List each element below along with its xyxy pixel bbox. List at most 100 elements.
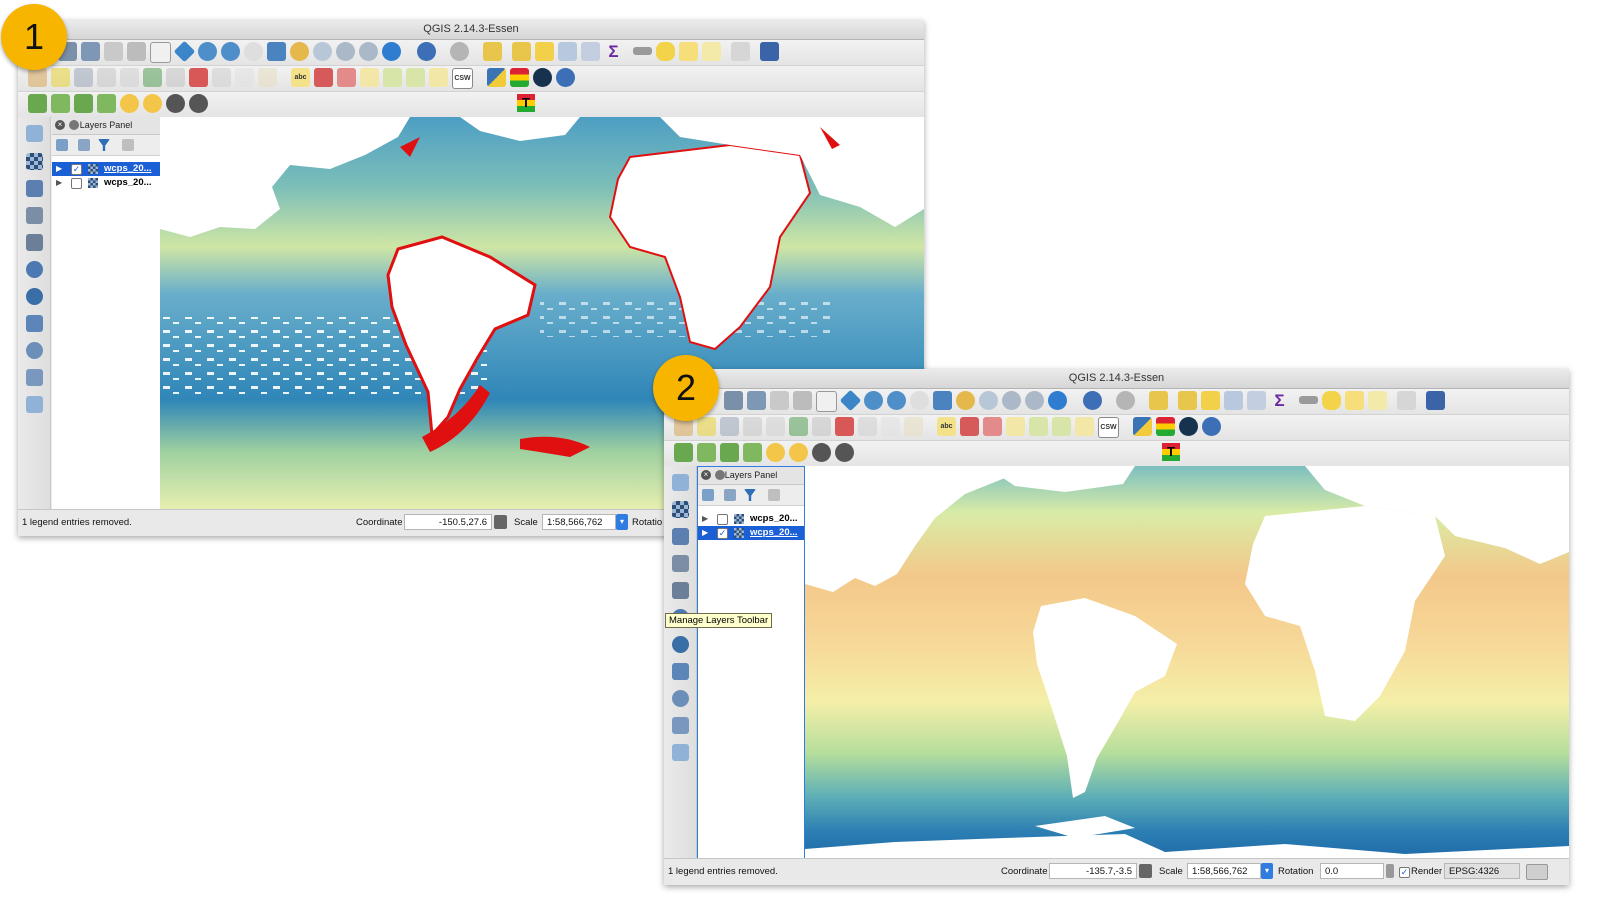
measure-icon[interactable] <box>633 47 652 55</box>
new-bookmark-icon[interactable] <box>679 42 698 61</box>
messages-icon[interactable] <box>1526 864 1548 880</box>
add-postgis-layer-icon[interactable] <box>672 528 689 545</box>
sum-icon[interactable]: Σ <box>604 42 623 61</box>
zoom-out-icon[interactable] <box>221 42 240 61</box>
coordinate-field[interactable]: -150.5,27.6 <box>404 514 492 530</box>
toggle-extents-icon[interactable] <box>494 515 507 529</box>
add-wfs-layer-icon[interactable] <box>672 663 689 680</box>
change-label-icon[interactable] <box>1075 417 1094 436</box>
add-vector-layer-icon[interactable] <box>672 474 689 491</box>
layer-item[interactable]: ▶ ✓ wcps_20... <box>52 162 160 176</box>
decrease-brightness-icon[interactable] <box>789 443 808 462</box>
add-mssql-layer-icon[interactable] <box>26 234 43 251</box>
save-as-icon[interactable] <box>747 391 766 410</box>
add-wms-layer-icon[interactable] <box>26 261 43 278</box>
add-raster-layer-icon[interactable] <box>672 501 689 518</box>
copy-features-icon[interactable] <box>235 68 254 87</box>
composer-manager-icon[interactable] <box>793 391 812 410</box>
layer-item[interactable]: ▶ ✓ wcps_20... <box>698 526 804 540</box>
metasearch-icon[interactable] <box>1202 417 1221 436</box>
show-bookmarks-icon[interactable] <box>702 42 721 61</box>
text-annotation-icon[interactable] <box>1397 391 1416 410</box>
deselect-icon[interactable] <box>1201 391 1220 410</box>
csw-icon[interactable]: CSW <box>452 68 473 89</box>
run-action-icon[interactable] <box>1116 391 1135 410</box>
coordinate-field[interactable]: -135.7,-3.5 <box>1049 863 1137 879</box>
expand-arrow-icon[interactable]: ▶ <box>56 176 62 190</box>
eye-icon[interactable] <box>533 68 552 87</box>
rotate-label-icon[interactable] <box>406 68 425 87</box>
add-wcs-layer-icon[interactable] <box>672 636 689 653</box>
manage-map-themes-icon[interactable] <box>702 489 714 501</box>
add-spatialite-layer-icon[interactable] <box>26 207 43 224</box>
expand-arrow-icon[interactable]: ▶ <box>702 526 708 540</box>
decrease-contrast-icon[interactable] <box>189 94 208 113</box>
cumulative-stretch-icon[interactable] <box>697 443 716 462</box>
pan-hand-icon[interactable] <box>816 391 837 412</box>
attribute-table-icon[interactable] <box>1224 391 1243 410</box>
local-cumulative-icon[interactable] <box>743 443 762 462</box>
labeling-icon[interactable]: abc <box>937 417 956 436</box>
add-mssql-layer-icon[interactable] <box>672 582 689 599</box>
copy-features-icon[interactable] <box>881 417 900 436</box>
filter-legend-icon[interactable] <box>744 489 756 501</box>
move-feature-icon[interactable] <box>120 68 139 87</box>
local-histogram-icon[interactable] <box>74 94 93 113</box>
new-print-composer-icon[interactable] <box>770 391 789 410</box>
add-wfs-layer-icon[interactable] <box>26 315 43 332</box>
histogram-stretch-icon[interactable] <box>28 94 47 113</box>
layer-visibility-checkbox[interactable]: ✓ <box>71 164 82 175</box>
manage-map-themes-icon[interactable] <box>56 139 68 151</box>
deselect-icon[interactable] <box>535 42 554 61</box>
text-annotation-icon[interactable] <box>731 42 750 61</box>
increase-contrast-icon[interactable] <box>166 94 185 113</box>
crs-status-button[interactable]: EPSG:4326 <box>1444 863 1520 879</box>
new-print-composer-icon[interactable] <box>104 42 123 61</box>
save-project-icon[interactable] <box>724 391 743 410</box>
pan-to-selection-icon[interactable] <box>839 389 862 412</box>
metasearch-icon[interactable] <box>556 68 575 87</box>
add-delimited-text-icon[interactable] <box>672 690 689 707</box>
decrease-brightness-icon[interactable] <box>143 94 162 113</box>
statistics-icon[interactable] <box>581 42 600 61</box>
refresh-icon[interactable] <box>382 42 401 61</box>
zoom-full-icon[interactable] <box>267 42 286 61</box>
layer-item[interactable]: ▶ wcps_20... <box>698 512 804 526</box>
highlight-labels-icon[interactable] <box>360 68 379 87</box>
layer-visibility-checkbox[interactable] <box>717 514 728 525</box>
rotation-spinner-icon[interactable] <box>1386 864 1394 878</box>
save-as-icon[interactable] <box>81 42 100 61</box>
expand-arrow-icon[interactable]: ▶ <box>702 512 708 526</box>
help-icon[interactable] <box>760 42 779 61</box>
close-panel-icon[interactable]: × <box>55 120 65 130</box>
map-tips-icon[interactable] <box>1322 391 1341 410</box>
zoom-native-icon[interactable] <box>910 391 929 410</box>
help-icon[interactable] <box>1426 391 1445 410</box>
pin-labels-icon[interactable] <box>337 68 356 87</box>
float-panel-icon[interactable] <box>69 120 79 130</box>
delete-selected-icon[interactable] <box>189 68 208 87</box>
identify-icon[interactable] <box>417 42 436 61</box>
zoom-native-icon[interactable] <box>244 42 263 61</box>
zoom-to-selection-icon[interactable] <box>290 42 309 61</box>
select-features-icon[interactable] <box>483 42 502 61</box>
delete-selected-icon-a[interactable] <box>166 68 185 87</box>
toggle-editing-icon[interactable] <box>697 417 716 436</box>
labeling-icon[interactable]: abc <box>291 68 310 87</box>
composer-manager-icon[interactable] <box>127 42 146 61</box>
plugin-t-icon[interactable] <box>517 94 535 112</box>
local-histogram-icon[interactable] <box>720 443 739 462</box>
add-wcs-layer-icon[interactable] <box>26 288 43 305</box>
histogram-stretch-icon[interactable] <box>674 443 693 462</box>
zoom-next-icon[interactable] <box>1025 391 1044 410</box>
add-virtual-layer-icon[interactable] <box>672 717 689 734</box>
close-panel-icon[interactable]: × <box>701 470 711 480</box>
sum-icon[interactable]: Σ <box>1270 391 1289 410</box>
zoom-to-selection-icon[interactable] <box>956 391 975 410</box>
node-tool-icon[interactable] <box>789 417 808 436</box>
toggle-editing-icon[interactable] <box>51 68 70 87</box>
eye-icon[interactable] <box>1179 417 1198 436</box>
layer-labeling-icon[interactable] <box>960 417 979 436</box>
highlight-labels-icon[interactable] <box>1006 417 1025 436</box>
new-bookmark-icon[interactable] <box>1345 391 1364 410</box>
